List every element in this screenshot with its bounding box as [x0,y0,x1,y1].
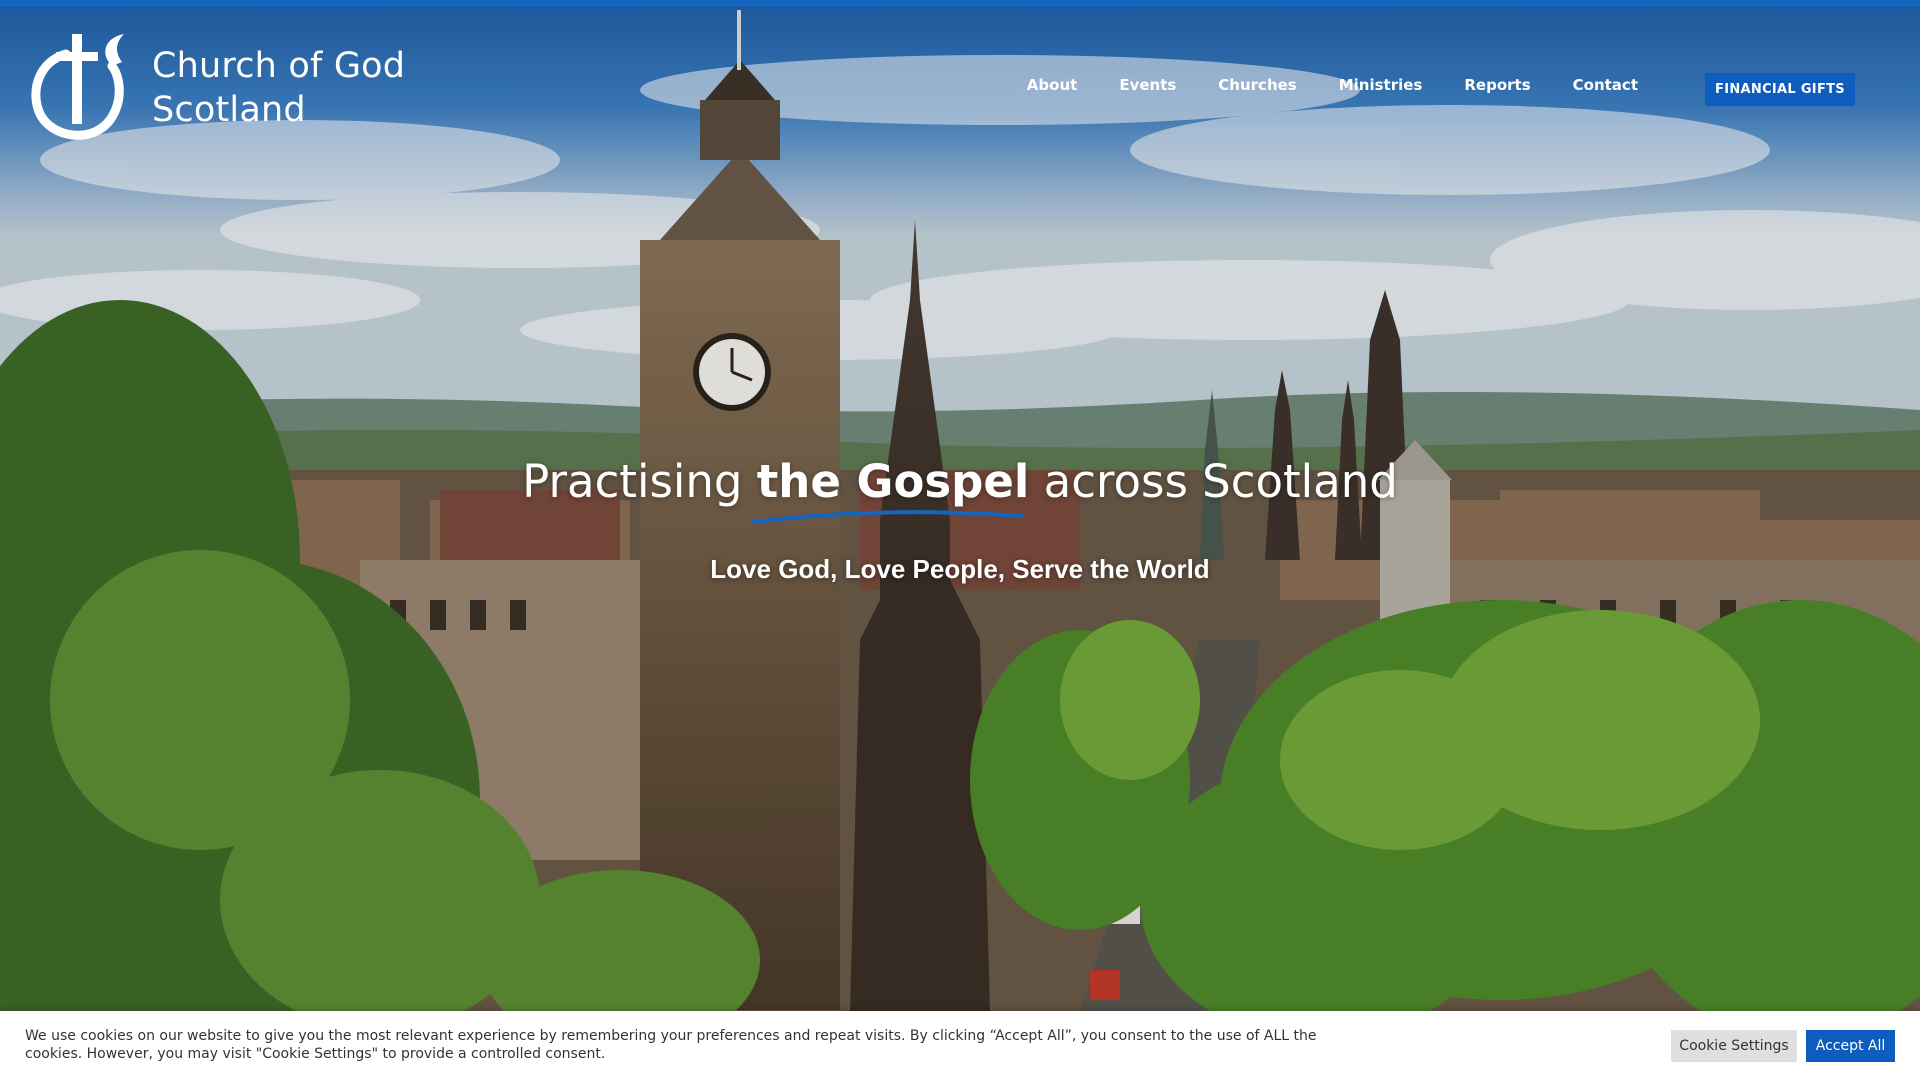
hero-subtitle: Love God, Love People, Serve the World [710,554,1210,584]
main-nav: About Events Churches Ministries Reports… [985,76,1638,94]
cookie-settings-button[interactable]: Cookie Settings [1671,1030,1797,1062]
site-logo[interactable]: Church of God Scotland [26,32,405,144]
cookie-consent-bar: We use cookies on our website to give yo… [0,1011,1920,1080]
nav-item-churches[interactable]: Churches [1218,76,1296,94]
hero-title-part2: across Scotland [1029,455,1398,508]
nav-item-events[interactable]: Events [1119,76,1176,94]
site-title-line1: Church of God [152,46,406,86]
hero-title-part1: Practising [522,455,757,508]
site-title: Church of God Scotland [152,44,405,132]
page: Church of God Scotland About Events Chur… [0,0,1920,1080]
underline-swoosh-icon [750,510,1024,524]
cookie-message: We use cookies on our website to give yo… [25,1028,1317,1062]
nav-item-about[interactable]: About [1027,76,1078,94]
hero-title: Practising the Gospel across Scotland [0,455,1920,524]
hero-title-strong: the Gospel [750,455,1030,524]
site-title-line2: Scotland [152,90,306,130]
accept-all-button[interactable]: Accept All [1806,1030,1895,1062]
nav-item-reports[interactable]: Reports [1464,76,1530,94]
nav-item-contact[interactable]: Contact [1573,76,1638,94]
hero-title-strong-text: the Gospel [756,455,1030,508]
financial-gifts-button[interactable]: FINANCIAL GIFTS [1705,73,1855,106]
cross-dove-icon [31,34,124,140]
nav-item-ministries[interactable]: Ministries [1339,76,1423,94]
top-accent-strip-overlay [0,0,1920,7]
